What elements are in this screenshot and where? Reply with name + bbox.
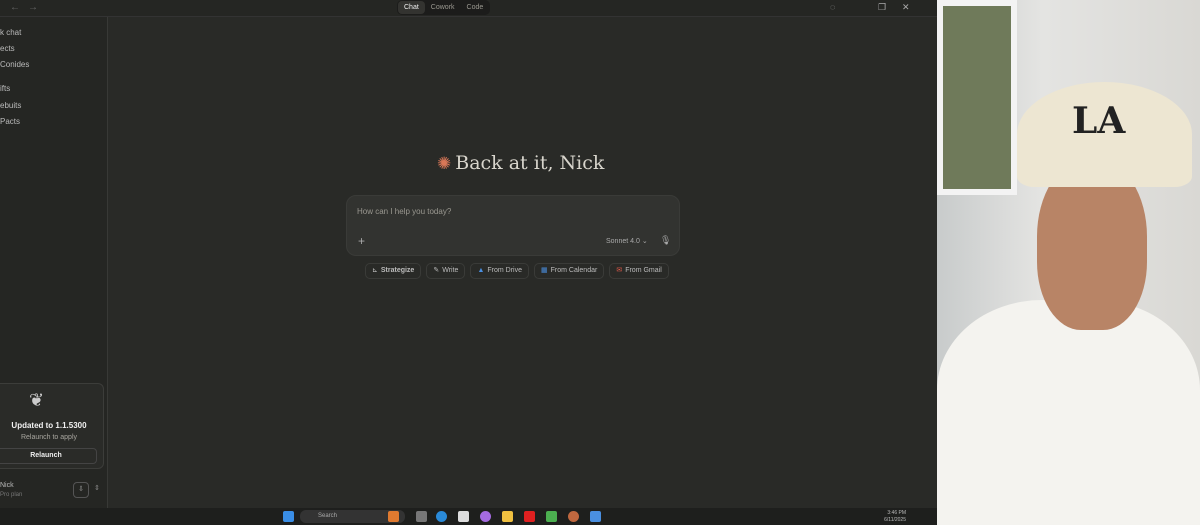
update-subtitle: Relaunch to apply bbox=[20, 434, 78, 441]
relaunch-button[interactable]: Relaunch bbox=[0, 448, 97, 464]
chip-label: From Calendar bbox=[550, 267, 598, 274]
sidebar-item[interactable]: Pacts bbox=[0, 117, 20, 126]
chip-gmail[interactable]: ✉ From Gmail bbox=[609, 263, 669, 279]
user-plan: Pro plan bbox=[0, 492, 23, 498]
time: 3:46 PM bbox=[887, 510, 906, 516]
download-icon[interactable]: ⇩ bbox=[73, 482, 89, 498]
tab-code[interactable]: Code bbox=[461, 1, 490, 14]
avatar-icon[interactable] bbox=[388, 511, 399, 522]
back-button[interactable]: ← bbox=[10, 2, 20, 13]
chip-label: Write bbox=[442, 267, 459, 274]
chip-calendar[interactable]: ▦ From Calendar bbox=[534, 263, 605, 279]
taskbar: Search 3:46 PM 6/11/2025 bbox=[0, 508, 937, 525]
claude-logo-icon: ✺ bbox=[437, 154, 452, 174]
la-cap: LA bbox=[1017, 82, 1192, 187]
chevron-updown-icon[interactable]: ⇕ bbox=[94, 484, 100, 492]
leaf-icon: ❦ bbox=[29, 390, 45, 410]
tab-cowork[interactable]: Cowork bbox=[425, 1, 461, 14]
sidebar-item[interactable]: ifts bbox=[0, 84, 10, 93]
pen-icon: ✎ bbox=[433, 267, 440, 274]
greeting-text: Back at it, Nick bbox=[455, 152, 605, 174]
person-shirt bbox=[937, 300, 1200, 525]
sidebar-item-projects[interactable]: ects bbox=[0, 44, 15, 53]
edge-icon[interactable] bbox=[436, 511, 447, 522]
calendar-icon: ▦ bbox=[541, 267, 548, 274]
close-button[interactable]: ✕ bbox=[902, 2, 910, 13]
clock[interactable]: 3:46 PM 6/11/2025 bbox=[872, 510, 906, 524]
strategize-icon: ⊾ bbox=[372, 267, 378, 274]
claude-app: ← → Chat Cowork Code ◌ ❐ ✕ k chat ects C… bbox=[0, 0, 937, 508]
webcam-feed: LA bbox=[937, 0, 1200, 525]
chip-label: From Gmail bbox=[625, 267, 662, 274]
drive-icon: ▲ bbox=[477, 267, 485, 274]
youtube-icon[interactable] bbox=[524, 511, 535, 522]
chat-input[interactable]: How can I help you today? + Sonnet 4.0 ⌄… bbox=[346, 195, 680, 256]
chip-drive[interactable]: ▲ From Drive bbox=[470, 263, 529, 279]
user-name[interactable]: Nick bbox=[0, 482, 14, 489]
greeting: ✺ Back at it, Nick bbox=[437, 152, 604, 174]
microphone-icon[interactable]: 🎙 bbox=[660, 235, 671, 246]
file-explorer-icon[interactable] bbox=[502, 511, 513, 522]
ghost-icon[interactable]: ◌ bbox=[830, 2, 835, 12]
copilot-icon[interactable] bbox=[480, 511, 491, 522]
sidebar: k chat ects Conides ifts ebuits Pacts ❦ … bbox=[0, 17, 108, 508]
chip-write[interactable]: ✎ Write bbox=[426, 263, 466, 279]
claude-taskbar-icon[interactable] bbox=[568, 511, 579, 522]
chrome-icon[interactable] bbox=[590, 511, 601, 522]
amazon-icon[interactable] bbox=[458, 511, 469, 522]
plus-icon[interactable]: + bbox=[358, 234, 365, 248]
search-label: Search bbox=[318, 513, 338, 519]
gmail-icon: ✉ bbox=[616, 267, 623, 274]
mode-switch: Chat Cowork Code bbox=[397, 0, 491, 15]
update-title: Updated to 1.1.5300 bbox=[11, 421, 87, 430]
title-bar: ← → Chat Cowork Code ◌ ❐ ✕ bbox=[0, 0, 937, 17]
window-background bbox=[937, 0, 1017, 195]
suggestion-chips: ⊾ Strategize ✎ Write ▲ From Drive ▦ From Cal… bbox=[365, 263, 669, 279]
model-selector[interactable]: Sonnet 4.0 ⌄ bbox=[606, 237, 648, 245]
sidebar-item[interactable]: ebuits bbox=[0, 101, 21, 110]
model-label: Sonnet 4.0 bbox=[606, 238, 640, 245]
forward-button[interactable]: → bbox=[28, 2, 38, 13]
tab-chat[interactable]: Chat bbox=[398, 1, 425, 14]
date: 6/11/2025 bbox=[884, 517, 906, 523]
restore-button[interactable]: ❐ bbox=[878, 2, 886, 13]
app-icon[interactable] bbox=[546, 511, 557, 522]
task-view-icon[interactable] bbox=[416, 511, 427, 522]
sidebar-item[interactable]: Conides bbox=[0, 60, 29, 69]
input-placeholder: How can I help you today? bbox=[357, 207, 452, 216]
chip-strategize[interactable]: ⊾ Strategize bbox=[365, 263, 422, 279]
sidebar-item-new-chat[interactable]: k chat bbox=[0, 28, 21, 37]
chip-label: From Drive bbox=[487, 267, 522, 274]
windows-start-icon[interactable] bbox=[283, 511, 294, 522]
update-card: ❦ Updated to 1.1.5300 Relaunch to apply … bbox=[0, 383, 104, 469]
chip-label: Strategize bbox=[380, 267, 415, 274]
